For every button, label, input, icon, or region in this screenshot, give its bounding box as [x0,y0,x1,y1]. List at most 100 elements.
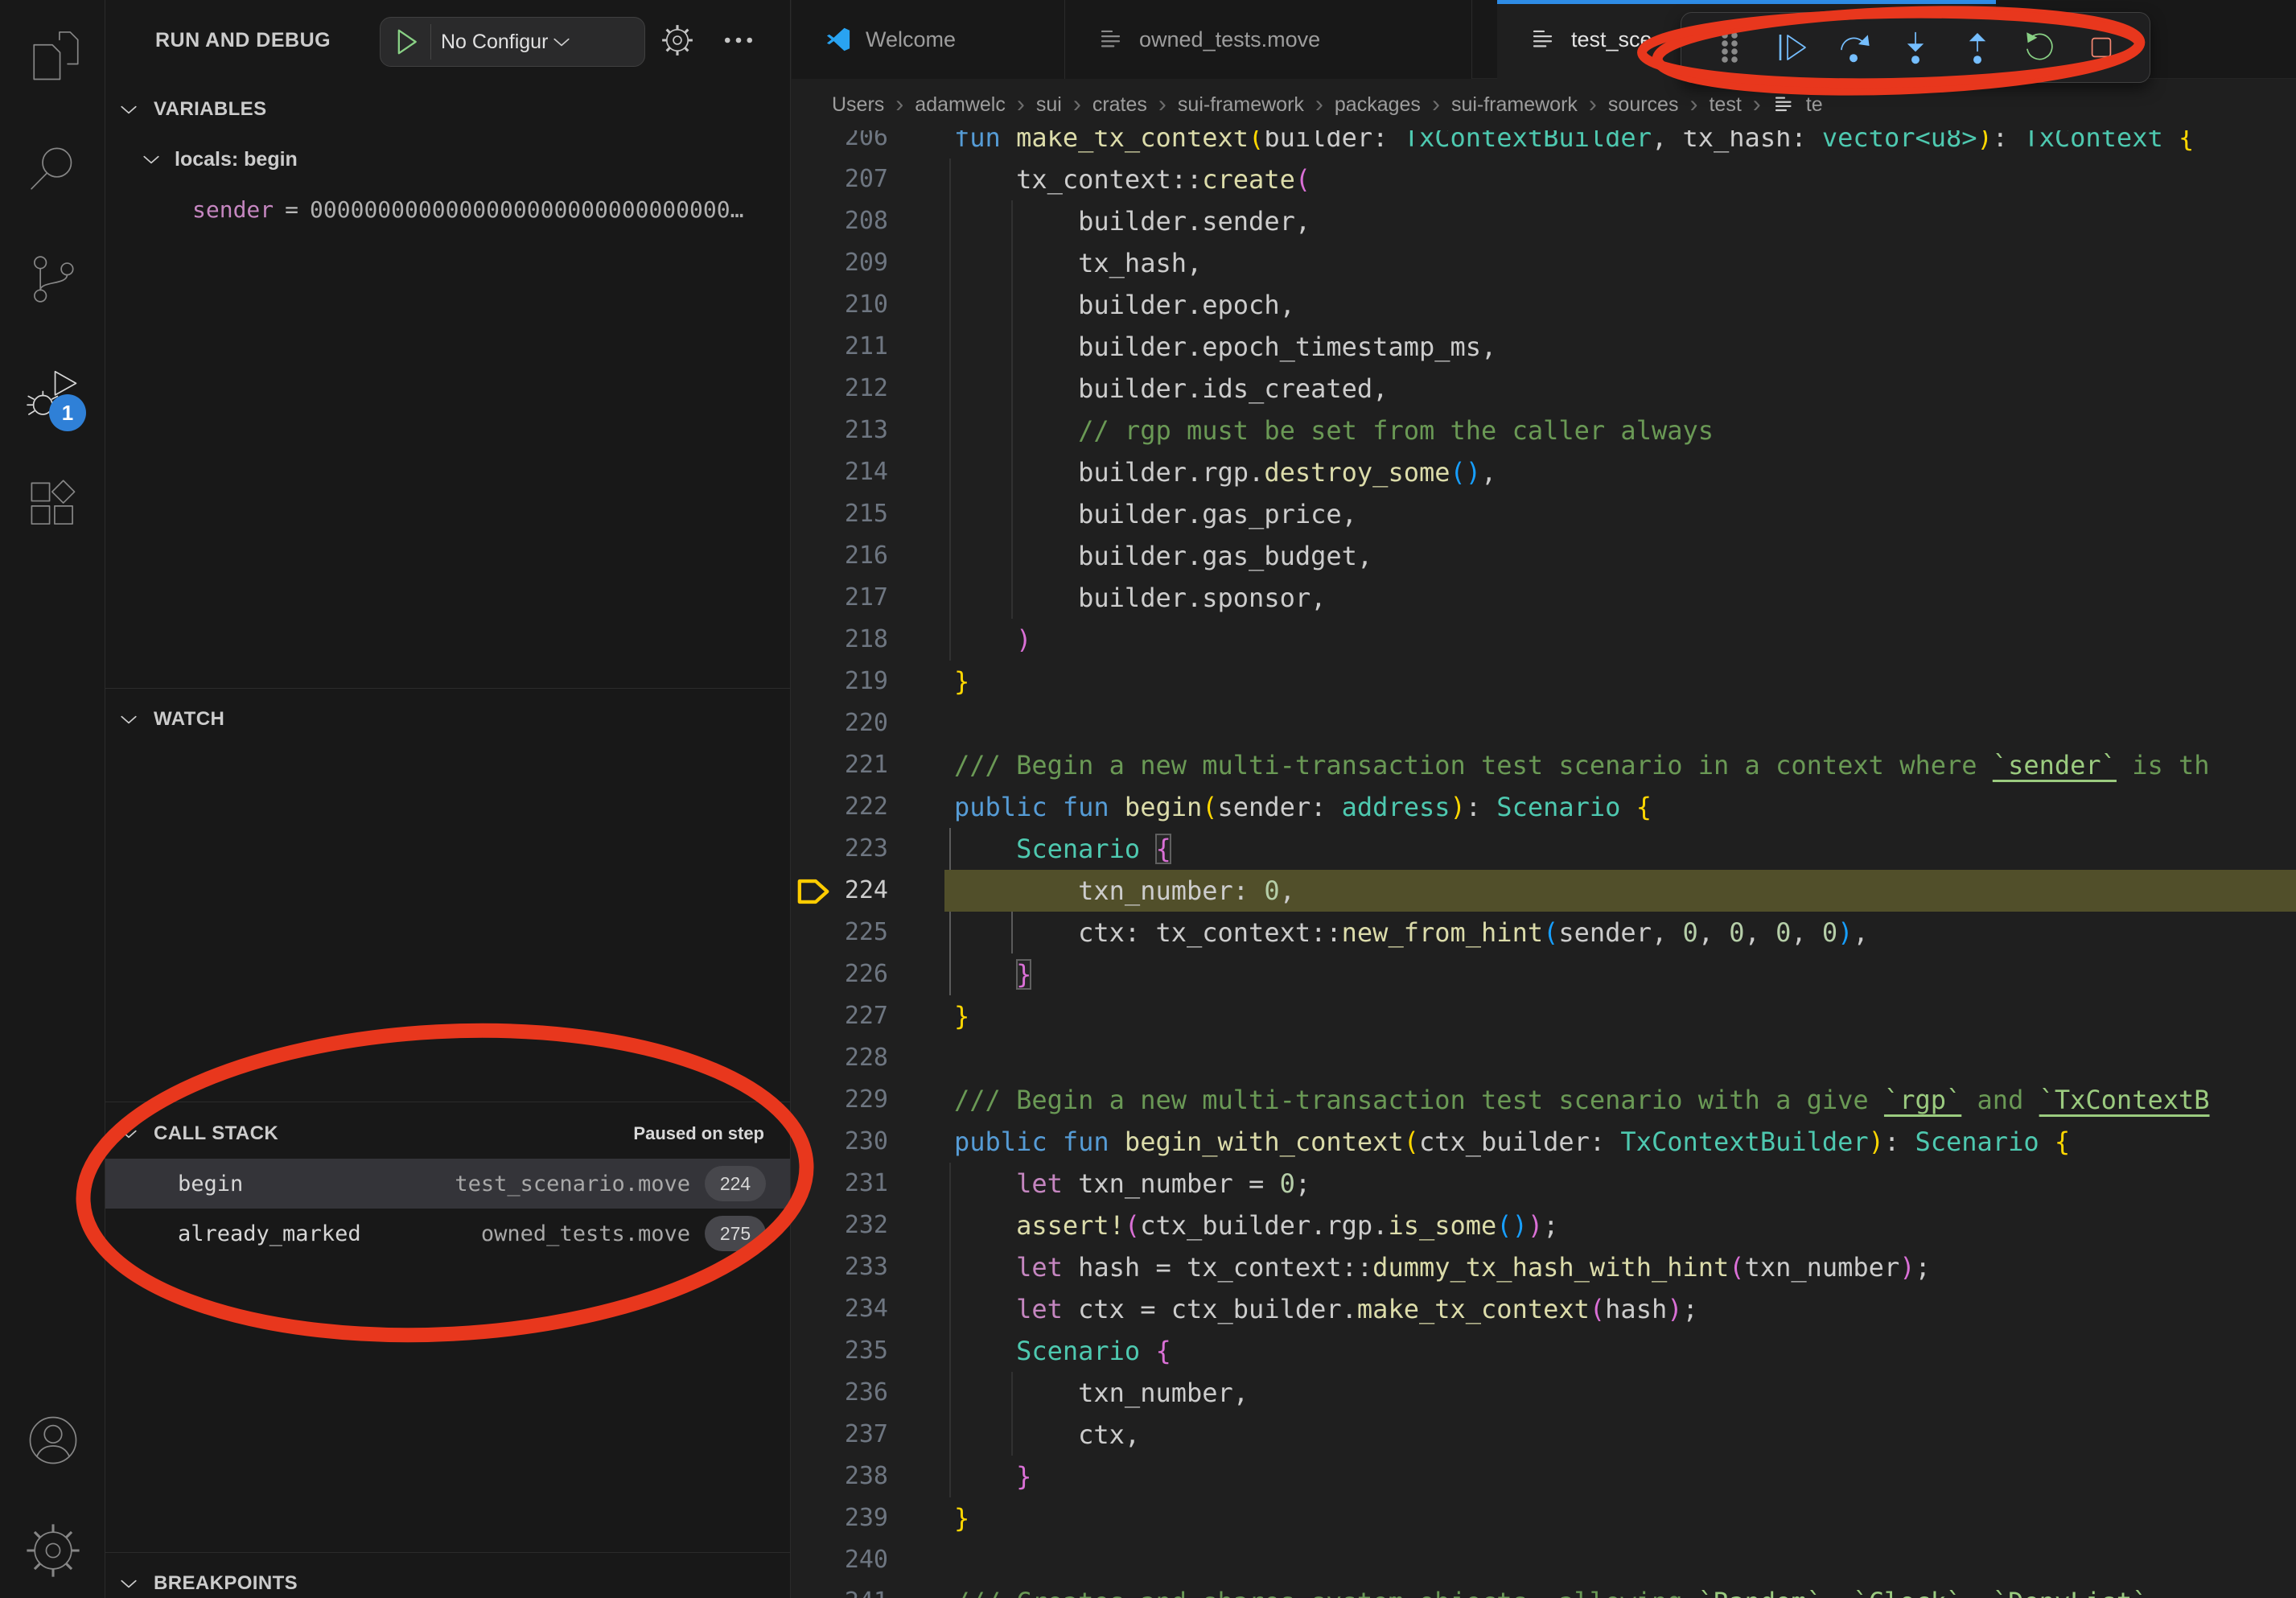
code-line[interactable]: 241/// Creates and shares system objects… [792,1581,2296,1598]
code-line[interactable]: 232 assert!(ctx_builder.rgp.is_some()); [792,1205,2296,1246]
variables-section-header[interactable]: VARIABLES [105,89,790,130]
code-line[interactable]: 216 builder.gas_budget, [792,535,2296,577]
breakpoint-gutter[interactable]: 217 [792,577,888,619]
activity-bar-settings[interactable] [22,1519,84,1582]
tab-welcome[interactable]: Welcome [792,0,1065,79]
restart-button[interactable] [2008,19,2070,76]
breakpoint-gutter[interactable]: 222 [792,786,888,828]
breakpoint-gutter[interactable]: 234 [792,1288,888,1330]
breadcrumb-item[interactable]: packages [1335,93,1421,117]
breakpoint-gutter[interactable]: 210 [792,284,888,326]
more-actions-icon[interactable] [721,23,756,58]
breakpoint-gutter[interactable]: 241 [792,1581,888,1598]
code-line[interactable]: 238 } [792,1456,2296,1497]
code-line[interactable]: 226 } [792,953,2296,995]
variables-scope-row[interactable]: locals: begin [105,138,790,180]
call-stack-frame[interactable]: begintest_scenario.move224 [105,1159,790,1209]
code-line[interactable]: 218 ) [792,619,2296,661]
tab-owned_tests-move[interactable]: owned_tests.move [1065,0,1472,79]
breakpoint-gutter[interactable]: 225 [792,912,888,953]
watch-section-header[interactable]: WATCH [105,698,790,740]
code-line[interactable]: 217 builder.sponsor, [792,577,2296,619]
activity-bar-run-and-debug[interactable]: 1 [22,362,84,425]
code-line[interactable]: 215 builder.gas_price, [792,493,2296,535]
code-line[interactable]: 239} [792,1497,2296,1539]
step-out-button[interactable] [1946,19,2008,76]
breakpoint-gutter[interactable]: 232 [792,1205,888,1246]
breakpoint-gutter[interactable]: 237 [792,1414,888,1456]
variable-row[interactable]: sender = 0000000000000000000000000000000… [105,188,790,230]
code-line[interactable]: 237 ctx, [792,1414,2296,1456]
code-line[interactable]: 210 builder.epoch, [792,284,2296,326]
code-line[interactable]: 234 let ctx = ctx_builder.make_tx_contex… [792,1288,2296,1330]
code-line[interactable]: 213 // rgp must be set from the caller a… [792,410,2296,451]
breadcrumb-item[interactable]: sui [1036,93,1062,117]
code-line[interactable]: 230public fun begin_with_context(ctx_bui… [792,1121,2296,1163]
continue-button[interactable] [1761,19,1823,76]
code-line[interactable]: 220 [792,702,2296,744]
breadcrumb-item[interactable]: test [1709,93,1741,117]
code-line[interactable]: 228 [792,1037,2296,1079]
code-line[interactable]: 224 txn_number: 0, [792,870,2296,912]
code-line[interactable]: 235 Scenario { [792,1330,2296,1372]
code-line[interactable]: 227} [792,995,2296,1037]
step-over-button[interactable] [1823,19,1885,76]
breakpoint-gutter[interactable]: 219 [792,661,888,702]
breakpoint-gutter[interactable]: 233 [792,1246,888,1288]
breakpoint-gutter[interactable]: 228 [792,1037,888,1079]
code-line[interactable]: 225 ctx: tx_context::new_from_hint(sende… [792,912,2296,953]
breakpoint-gutter[interactable]: 212 [792,368,888,410]
code-line[interactable]: 231 let txn_number = 0; [792,1163,2296,1205]
activity-bar-account[interactable] [22,1409,84,1472]
code-line[interactable]: 229/// Begin a new multi-transaction tes… [792,1079,2296,1121]
breakpoint-gutter[interactable]: 207 [792,159,888,200]
breadcrumb-item[interactable]: adamwelc [915,93,1006,117]
code-editor[interactable]: 206fun make_tx_context(builder: TxContex… [792,130,2296,1598]
code-line[interactable]: 212 builder.ids_created, [792,368,2296,410]
breakpoint-gutter[interactable]: 215 [792,493,888,535]
breakpoint-gutter[interactable]: 240 [792,1539,888,1581]
breakpoint-gutter[interactable]: 216 [792,535,888,577]
call-stack-section-header[interactable]: CALL STACK Paused on step [105,1113,790,1155]
activity-bar-extensions[interactable] [22,473,84,536]
breakpoint-gutter[interactable]: 230 [792,1121,888,1163]
breakpoints-section-header[interactable]: BREAKPOINTS [105,1563,790,1598]
start-debugging-icon[interactable] [390,26,422,58]
breakpoint-gutter[interactable]: 211 [792,326,888,368]
drag-handle-button[interactable] [1699,19,1761,76]
code-line[interactable]: 222public fun begin(sender: address): Sc… [792,786,2296,828]
stop-button[interactable] [2070,19,2132,76]
activity-bar-search[interactable] [22,138,84,200]
breakpoint-gutter[interactable]: 218 [792,619,888,661]
code-line[interactable]: 214 builder.rgp.destroy_some(), [792,451,2296,493]
step-into-button[interactable] [1885,19,1947,76]
code-line[interactable]: 211 builder.epoch_timestamp_ms, [792,326,2296,368]
breakpoint-gutter[interactable]: 224 [792,870,888,912]
debug-settings-gear-icon[interactable] [660,23,695,58]
breakpoint-gutter[interactable]: 213 [792,410,888,451]
breakpoint-gutter[interactable]: 221 [792,744,888,786]
breadcrumb-item[interactable]: sui-framework [1451,93,1578,117]
code-line[interactable]: 219} [792,661,2296,702]
code-line[interactable]: 207 tx_context::create( [792,159,2296,200]
activity-bar-source-control[interactable] [22,248,84,311]
breakpoint-gutter[interactable]: 226 [792,953,888,995]
breakpoint-gutter[interactable]: 239 [792,1497,888,1539]
breakpoint-gutter[interactable]: 208 [792,200,888,242]
breakpoint-gutter[interactable]: 235 [792,1330,888,1372]
code-line[interactable]: 223 Scenario { [792,828,2296,870]
breakpoint-gutter[interactable]: 220 [792,702,888,744]
call-stack-frame[interactable]: already_markedowned_tests.move275 [105,1209,790,1258]
activity-bar-explorer[interactable] [22,25,84,88]
debug-config-dropdown[interactable]: No Configur [380,17,645,67]
breakpoint-gutter[interactable]: 236 [792,1372,888,1414]
breadcrumb-file[interactable]: te [1772,93,1823,117]
breakpoint-gutter[interactable]: 206 [792,130,888,159]
code-line[interactable]: 209 tx_hash, [792,242,2296,284]
code-line[interactable]: 240 [792,1539,2296,1581]
breakpoint-gutter[interactable]: 227 [792,995,888,1037]
breadcrumb-item[interactable]: sui-framework [1178,93,1304,117]
breadcrumb-item[interactable]: Users [832,93,884,117]
code-line[interactable]: 221/// Begin a new multi-transaction tes… [792,744,2296,786]
code-line[interactable]: 206fun make_tx_context(builder: TxContex… [792,130,2296,159]
